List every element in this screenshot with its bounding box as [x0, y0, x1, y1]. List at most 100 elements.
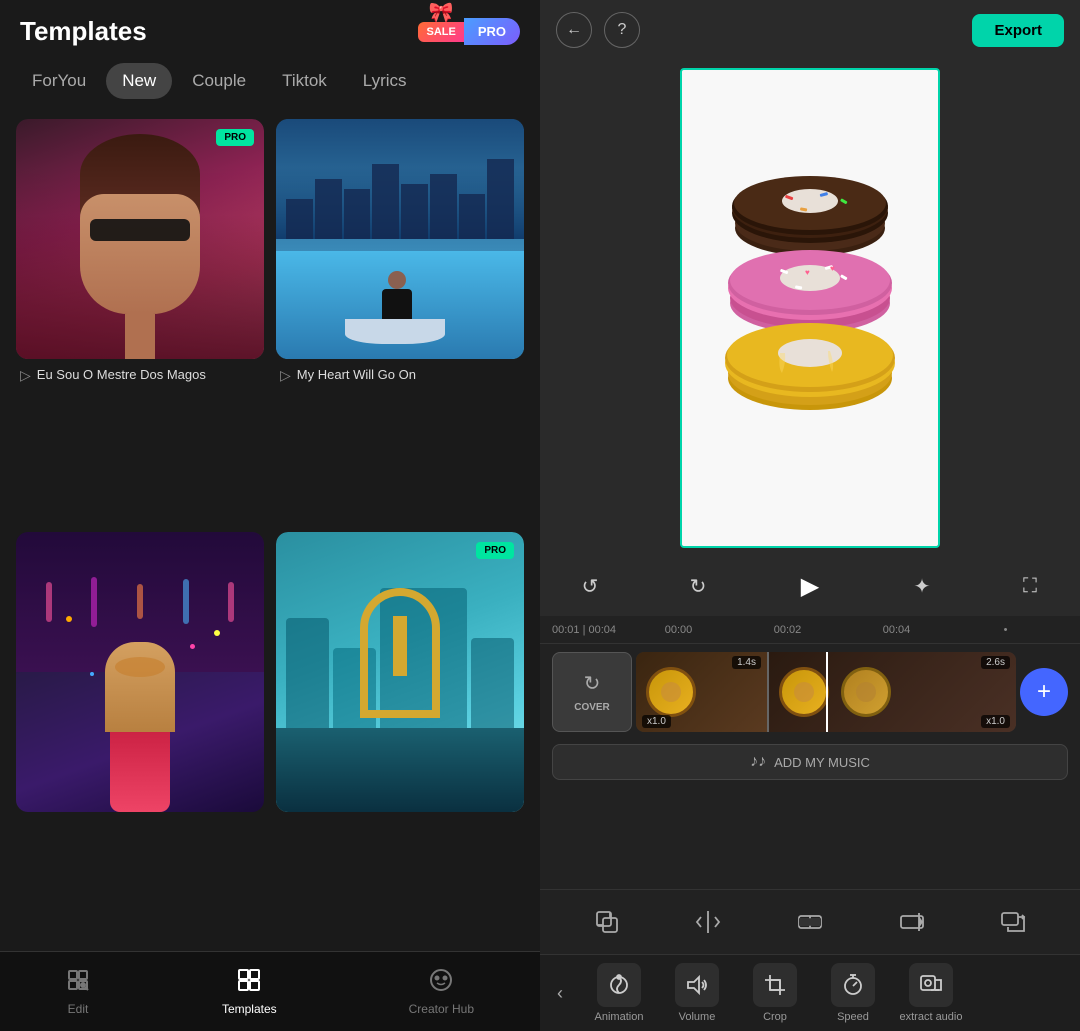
svg-text:♥: ♥ [830, 264, 835, 273]
play-button[interactable]: ▶ [788, 564, 832, 608]
speed-icon [831, 963, 875, 1007]
question-mark-icon: ? [618, 21, 627, 39]
sale-pro-badge: 🎀 SALE PRO [418, 18, 520, 45]
template-grid: PRO ▷ Eu Sou O Mestre Dos Magos [0, 111, 540, 951]
nav-creator-hub[interactable]: Creator Hub [409, 968, 474, 1016]
help-button[interactable]: ? [604, 12, 640, 48]
rewind-icon: ↺ [582, 574, 599, 599]
edit-nav-icon [66, 968, 90, 998]
fast-forward-icon: ↻ [690, 574, 707, 599]
right-header: ← ? Export [540, 0, 1080, 60]
video-segment-1[interactable]: 1.4s x1.0 [636, 652, 769, 732]
speed-tool[interactable]: Speed [818, 963, 888, 1023]
magic-wand-icon: ✦ [914, 574, 931, 599]
segment-2-duration: 2.6s [981, 656, 1010, 669]
back-button[interactable]: ← [556, 12, 592, 48]
export-button[interactable]: Export [972, 14, 1064, 47]
tab-tiktok[interactable]: Tiktok [266, 63, 343, 99]
playback-controls: ↺ ↻ ▶ ✦ ⛶ [540, 556, 1080, 616]
add-music-bar[interactable]: ♪♪ ADD MY MUSIC [552, 744, 1068, 780]
nav-templates-label: Templates [222, 1002, 277, 1016]
city-silhouette [276, 167, 524, 239]
refresh-icon: ↻ [584, 671, 601, 696]
timeline-ruler: 00:01 | 00:04 00:00 00:02 00:04 • [540, 616, 1080, 644]
template-card-2-image [276, 119, 524, 359]
template-card-3[interactable] [16, 532, 264, 944]
tab-foryou[interactable]: ForYou [16, 63, 102, 99]
fast-forward-button[interactable]: ↻ [680, 568, 716, 604]
fullscreen-button[interactable]: ⛶ [1012, 568, 1048, 604]
extract-audio-icon [909, 963, 953, 1007]
donut-stack-image: ♥ ♥ [700, 158, 920, 458]
template-card-1[interactable]: PRO ▷ Eu Sou O Mestre Dos Magos [16, 119, 264, 520]
current-time-stamp: 00:01 | 00:04 [552, 624, 616, 636]
nav-templates[interactable]: Templates [222, 968, 277, 1016]
extract-audio-label: extract audio [900, 1011, 963, 1023]
extract-audio-tool[interactable]: extract audio [896, 963, 966, 1023]
tab-new[interactable]: New [106, 63, 172, 99]
template-card-2-title: My Heart Will Go On [297, 367, 416, 384]
rewind-button[interactable]: ↺ [572, 568, 608, 604]
bottom-tools: ‹ Animation [540, 954, 1080, 1031]
magic-button[interactable]: ✦ [904, 568, 940, 604]
right-panel: ← ? Export [540, 0, 1080, 1031]
volume-label: Volume [679, 1011, 716, 1023]
animation-tool[interactable]: Animation [584, 963, 654, 1023]
left-header: Templates 🎀 SALE PRO [0, 0, 540, 55]
preview-canvas: ♥ ♥ [680, 68, 940, 548]
creator-hub-nav-icon [429, 968, 453, 998]
ruler-mark-dot: • [951, 624, 1060, 636]
ruler-mark-2: 00:04 [842, 624, 951, 636]
crop-icon [753, 963, 797, 1007]
tab-couple[interactable]: Couple [176, 63, 262, 99]
timeline-cursor [826, 652, 828, 732]
template-card-2[interactable]: ▷ My Heart Will Go On [276, 119, 524, 520]
preview-area: ♥ ♥ [540, 60, 1080, 556]
template-card-1-image: PRO [16, 119, 264, 359]
nav-creator-hub-label: Creator Hub [409, 1002, 474, 1016]
add-clip-button[interactable]: + [1020, 668, 1068, 716]
fullscreen-icon: ⛶ [1023, 575, 1037, 598]
segment-2-speed: x1.0 [981, 715, 1010, 728]
volume-tool[interactable]: Volume [662, 963, 732, 1023]
music-note-icon: ♪♪ [750, 753, 766, 771]
template-card-4[interactable]: PRO [276, 532, 524, 944]
add-overlay-tool[interactable] [585, 900, 629, 944]
video-track[interactable]: 1.4s x1.0 2.6s [636, 652, 1016, 732]
template-card-3-image [16, 532, 264, 812]
pro-tag: PRO [464, 18, 520, 45]
pro-badge-4: PRO [476, 542, 514, 559]
ruler-marks: 00:00 00:02 00:04 • [616, 624, 1068, 636]
crop-tool[interactable]: Crop [740, 963, 810, 1023]
play-icon: ▶ [801, 572, 819, 601]
ruler-mark-1: 00:02 [733, 624, 842, 636]
split-tool[interactable] [686, 900, 730, 944]
trim-end-tool[interactable] [890, 900, 934, 944]
volume-icon [675, 963, 719, 1007]
page-title: Templates [20, 16, 147, 47]
replace-tool[interactable] [991, 900, 1035, 944]
video-icon-1: ▷ [20, 367, 31, 384]
crop-label: Crop [763, 1011, 787, 1023]
nav-edit[interactable]: Edit [66, 968, 90, 1016]
add-music-label: ADD MY MUSIC [774, 755, 870, 770]
ruler-mark-0: 00:00 [624, 624, 733, 636]
templates-nav-icon [237, 968, 261, 998]
tools-back-button[interactable]: ‹ [540, 973, 580, 1013]
segment-2-thumbnail [779, 667, 891, 717]
segment-1-duration: 1.4s [732, 656, 761, 669]
segment-1-speed: x1.0 [642, 715, 671, 728]
split-video-tool[interactable] [788, 900, 832, 944]
left-arrow-icon: ‹ [557, 983, 563, 1004]
nav-edit-label: Edit [68, 1002, 89, 1016]
video-icon-2: ▷ [280, 367, 291, 384]
timeline-area: 00:01 | 00:04 00:00 00:02 00:04 • ↻ COVE… [540, 616, 1080, 889]
tab-lyrics[interactable]: Lyrics [347, 63, 423, 99]
template-card-2-label: ▷ My Heart Will Go On [276, 359, 524, 388]
video-segment-2[interactable]: 2.6s x1.0 [769, 652, 1016, 732]
tab-bar: ForYou New Couple Tiktok Lyrics [0, 55, 540, 111]
left-panel: Templates 🎀 SALE PRO ForYou New Couple T… [0, 0, 540, 1031]
animation-icon [597, 963, 641, 1007]
cover-block[interactable]: ↻ COVER [552, 652, 632, 732]
speed-label: Speed [837, 1011, 869, 1023]
